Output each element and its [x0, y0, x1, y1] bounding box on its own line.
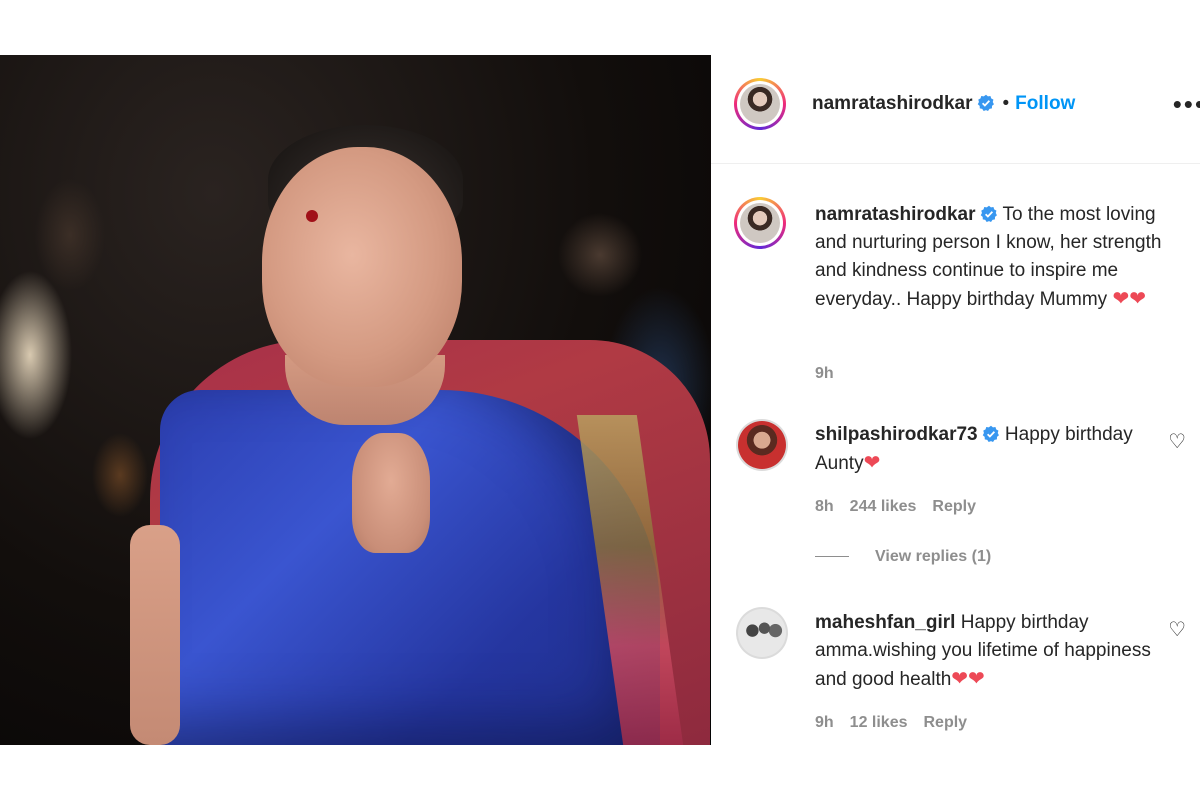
- comment-avatar[interactable]: [736, 607, 788, 659]
- photo-hand: [352, 433, 430, 553]
- more-options-icon[interactable]: •••: [1173, 91, 1200, 117]
- author-avatar[interactable]: [734, 78, 786, 130]
- comment-text-block: maheshfan_girl Happy birthday amma.wishi…: [815, 609, 1185, 694]
- verified-badge-icon: [977, 94, 994, 111]
- header-title: namratashirodkar • Follow: [812, 93, 1075, 115]
- comment-meta: 8h 244 likes Reply: [815, 498, 992, 516]
- caption-avatar[interactable]: [734, 197, 786, 249]
- comment-username[interactable]: maheshfan_girl: [815, 612, 955, 633]
- replies-divider: [815, 556, 849, 558]
- separator-dot: •: [1002, 93, 1010, 114]
- photo-face: [262, 147, 462, 387]
- view-replies-button[interactable]: View replies (1): [815, 548, 991, 566]
- heart-emoji-icon: ❤❤: [951, 668, 985, 690]
- follow-button[interactable]: Follow: [1015, 93, 1075, 114]
- like-heart-icon[interactable]: ♡: [1168, 429, 1186, 454]
- comment-avatar[interactable]: [736, 419, 788, 471]
- author-username[interactable]: namratashirodkar: [812, 93, 973, 114]
- caption-text-block: namratashirodkar To the most loving and …: [815, 201, 1185, 314]
- view-replies-label[interactable]: View replies (1): [875, 548, 991, 565]
- post-photo[interactable]: [0, 55, 711, 745]
- photo-arm: [130, 525, 180, 745]
- verified-badge-icon: [982, 425, 999, 442]
- comment-likes[interactable]: 12 likes: [850, 714, 908, 731]
- comment-likes[interactable]: 244 likes: [850, 498, 917, 515]
- heart-emoji-icon: ❤: [863, 452, 881, 474]
- reply-button[interactable]: Reply: [932, 498, 976, 515]
- instagram-post: namratashirodkar •Follow ••• namratashiro…: [0, 55, 1200, 745]
- post-header: namratashirodkar •Follow •••: [711, 55, 1200, 164]
- like-heart-icon[interactable]: ♡: [1168, 617, 1186, 642]
- post-sidebar: namratashirodkar •Follow ••• namratashiro…: [711, 55, 1200, 745]
- comment-time[interactable]: 8h: [815, 498, 834, 515]
- photo-bindi: [306, 210, 318, 222]
- comment-meta: 9h 12 likes Reply: [815, 714, 983, 732]
- caption-username[interactable]: namratashirodkar: [815, 204, 976, 225]
- caption-time[interactable]: 9h: [815, 365, 834, 382]
- caption-meta: 9h: [815, 365, 850, 383]
- reply-button[interactable]: Reply: [924, 714, 968, 731]
- comment-time[interactable]: 9h: [815, 714, 834, 731]
- comment-text-block: shilpashirodkar73 Happy birthday Aunty❤: [815, 421, 1185, 478]
- verified-badge-icon: [980, 205, 997, 222]
- comment-username[interactable]: shilpashirodkar73: [815, 424, 978, 445]
- heart-emoji-icon: ❤❤: [1112, 288, 1146, 310]
